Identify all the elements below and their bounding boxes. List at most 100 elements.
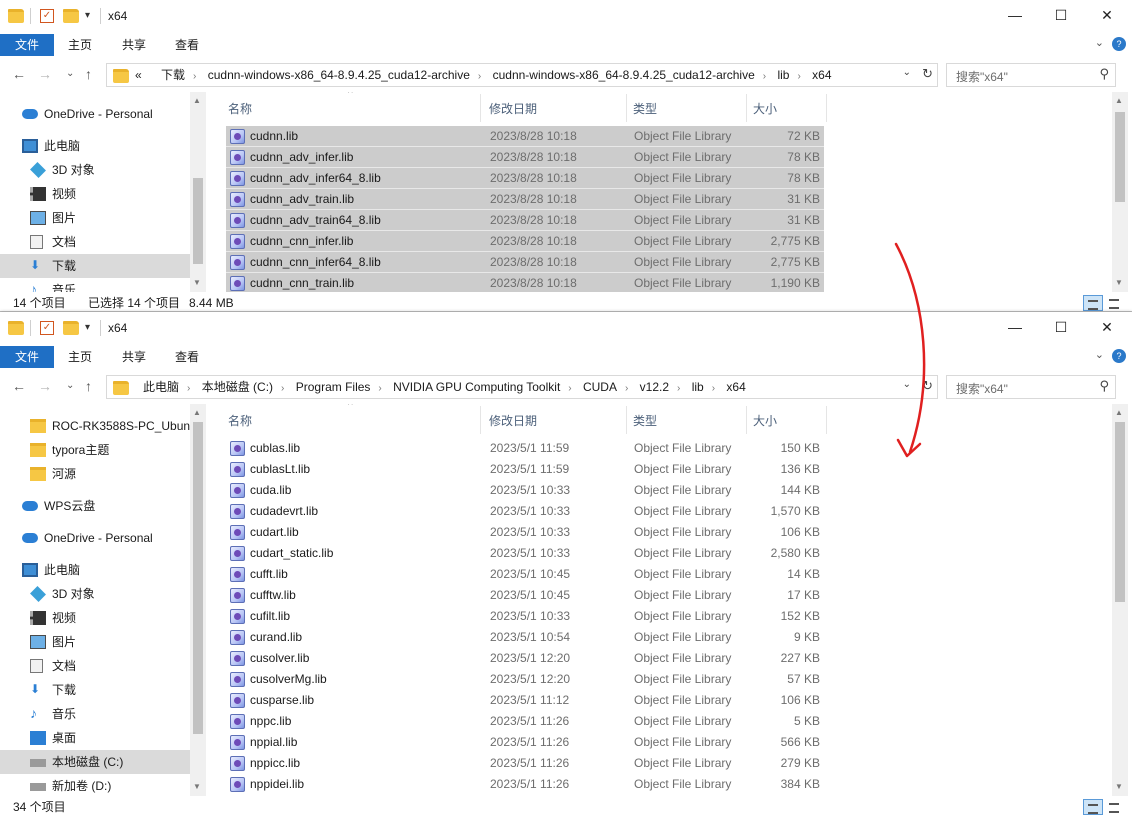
scrollbar-thumb[interactable] [1115, 422, 1125, 602]
breadcrumb-item[interactable]: lib [777, 68, 789, 82]
scroll-down-icon[interactable]: ▼ [193, 278, 201, 287]
sidebar-item[interactable]: ROC-RK3588S-PC_Ubun [0, 414, 190, 438]
file-row[interactable]: cusolver.lib 2023/5/1 12:20 Object File Li… [226, 648, 824, 669]
scroll-up-icon[interactable]: ▲ [193, 408, 201, 417]
scroll-down-icon[interactable]: ▼ [193, 782, 201, 791]
file-row[interactable]: nppial.lib 2023/5/1 11:26 Object File Libr… [226, 732, 824, 753]
file-list-scrollbar[interactable]: ▲ ▼ [1112, 92, 1128, 292]
column-size[interactable]: 大小 [753, 412, 777, 429]
scrollbar-thumb[interactable] [1115, 112, 1125, 202]
breadcrumb-item[interactable]: 下载 [161, 68, 185, 82]
large-icons-view-button[interactable] [1105, 799, 1125, 815]
up-icon[interactable]: ↑ [85, 66, 92, 82]
details-view-button[interactable] [1083, 799, 1103, 815]
scrollbar-thumb[interactable] [193, 422, 203, 734]
file-row[interactable]: cudnn_cnn_train.lib 2023/8/28 10:18 Object… [226, 273, 824, 292]
address-dropdown-icon[interactable]: ⌄ [903, 379, 911, 390]
maximize-button[interactable]: ☐ [1038, 312, 1084, 344]
navigation-pane-scrollbar[interactable]: ▲ ▼ [190, 404, 206, 796]
address-bar[interactable]: 此电脑 › 本地磁盘 (C:) › Program Files › NVIDIA GP… [106, 375, 938, 399]
file-row[interactable]: cudnn.lib 2023/8/28 10:18 Object File Libr… [226, 126, 824, 147]
quick-access-dropdown-icon[interactable]: ▾ [85, 322, 90, 333]
help-icon[interactable]: ? [1112, 349, 1126, 363]
recent-locations-icon[interactable]: ⌄ [66, 380, 74, 391]
column-date[interactable]: 修改日期 [489, 100, 537, 117]
file-row[interactable]: cufilt.lib 2023/5/1 10:33 Object File Libr… [226, 606, 824, 627]
sidebar-item[interactable]: ⬇ 下载 [0, 254, 190, 278]
file-row[interactable]: cudart.lib 2023/5/1 10:33 Object File Libr… [226, 522, 824, 543]
breadcrumb-item[interactable]: CUDA [583, 380, 617, 394]
tab-view[interactable]: 查看 [175, 346, 199, 368]
up-icon[interactable]: ↑ [85, 378, 92, 394]
file-row[interactable]: cusparse.lib 2023/5/1 11:12 Object File Li… [226, 690, 824, 711]
file-row[interactable]: cudnn_adv_infer64_8.lib 2023/8/28 10:18 Ob… [226, 168, 824, 189]
sidebar-item[interactable]: ♪ 音乐 [0, 278, 190, 292]
sidebar-item[interactable]: 新加卷 (D:) [0, 774, 190, 796]
sidebar-item[interactable]: 3D 对象 [0, 158, 190, 182]
new-folder-icon[interactable] [63, 9, 79, 23]
breadcrumb-item[interactable]: cudnn-windows-x86_64-8.9.4.25_cuda12-arc… [208, 68, 470, 82]
tab-share[interactable]: 共享 [122, 34, 146, 56]
breadcrumb-item[interactable]: 本地磁盘 (C:) [202, 380, 273, 394]
file-row[interactable]: cudnn_cnn_infer.lib 2023/8/28 10:18 Object… [226, 231, 824, 252]
file-row[interactable]: cudnn_adv_infer.lib 2023/8/28 10:18 Object… [226, 147, 824, 168]
sidebar-item[interactable]: 图片 [0, 630, 190, 654]
file-row[interactable]: cudnn_adv_train.lib 2023/8/28 10:18 Object… [226, 189, 824, 210]
sidebar-item[interactable]: 图片 [0, 206, 190, 230]
scroll-up-icon[interactable]: ▲ [1115, 408, 1123, 417]
breadcrumb-item[interactable]: NVIDIA GPU Computing Toolkit [393, 380, 560, 394]
properties-icon[interactable]: ✓ [40, 321, 54, 335]
tab-view[interactable]: 查看 [175, 34, 199, 56]
back-icon[interactable]: ← [12, 66, 26, 82]
file-row[interactable]: cublasLt.lib 2023/5/1 11:59 Object File Li… [226, 459, 824, 480]
maximize-button[interactable]: ☐ [1038, 0, 1084, 32]
close-button[interactable]: ✕ [1084, 312, 1130, 344]
column-type[interactable]: 类型 [633, 100, 657, 117]
breadcrumb-item[interactable]: x64 [812, 68, 831, 82]
breadcrumb-item[interactable]: cudnn-windows-x86_64-8.9.4.25_cuda12-arc… [493, 68, 755, 82]
scroll-up-icon[interactable]: ▲ [193, 96, 201, 105]
file-row[interactable]: cusolverMg.lib 2023/5/1 12:20 Object File … [226, 669, 824, 690]
sidebar-item[interactable]: 视频 [0, 606, 190, 630]
large-icons-view-button[interactable] [1105, 295, 1125, 311]
minimize-button[interactable]: — [992, 0, 1038, 32]
recent-locations-icon[interactable]: ⌄ [66, 68, 74, 79]
breadcrumb-item[interactable]: 此电脑 [143, 380, 179, 394]
sidebar-item[interactable]: 此电脑 [0, 134, 190, 158]
file-list-scrollbar[interactable]: ▲ ▼ [1112, 404, 1128, 796]
column-name[interactable]: 名称 [228, 412, 252, 429]
file-row[interactable]: cudadevrt.lib 2023/5/1 10:33 Object File L… [226, 501, 824, 522]
column-name[interactable]: 名称 [228, 100, 252, 117]
help-icon[interactable]: ? [1112, 37, 1126, 51]
forward-icon[interactable]: → [38, 66, 52, 82]
search-input[interactable]: 搜索"x64" ⚲ [946, 375, 1116, 399]
sidebar-item[interactable]: 本地磁盘 (C:) [0, 750, 190, 774]
search-input[interactable]: 搜索"x64" ⚲ [946, 63, 1116, 87]
address-dropdown-icon[interactable]: ⌄ [903, 67, 911, 78]
breadcrumb-item[interactable]: lib [692, 380, 704, 394]
sidebar-item[interactable]: 河源 [0, 462, 190, 486]
sidebar-item[interactable]: 此电脑 [0, 558, 190, 582]
column-type[interactable]: 类型 [633, 412, 657, 429]
file-row[interactable]: cudart_static.lib 2023/5/1 10:33 Object Fi… [226, 543, 824, 564]
sidebar-item[interactable]: 3D 对象 [0, 582, 190, 606]
navigation-pane-scrollbar[interactable]: ▲ ▼ [190, 92, 206, 292]
breadcrumb-item[interactable]: Program Files [296, 380, 371, 394]
file-row[interactable]: cuda.lib 2023/5/1 10:33 Object File Librar… [226, 480, 824, 501]
file-row[interactable]: nppicc.lib 2023/5/1 11:26 Object File Libr… [226, 753, 824, 774]
sidebar-item[interactable]: typora主题 [0, 438, 190, 462]
file-row[interactable]: cudnn_adv_train64_8.lib 2023/8/28 10:18 Ob… [226, 210, 824, 231]
file-row[interactable]: nppidei.lib 2023/5/1 11:26 Object File Lib… [226, 774, 824, 795]
minimize-button[interactable]: — [992, 312, 1038, 344]
breadcrumb-item[interactable]: v12.2 [640, 380, 669, 394]
forward-icon[interactable]: → [38, 378, 52, 394]
file-row[interactable]: cudnn_cnn_infer64_8.lib 2023/8/28 10:18 Ob… [226, 252, 824, 273]
refresh-icon[interactable]: ↻ [922, 66, 933, 82]
scroll-down-icon[interactable]: ▼ [1115, 278, 1123, 287]
scrollbar-thumb[interactable] [193, 178, 203, 264]
sidebar-item[interactable]: 视频 [0, 182, 190, 206]
tab-file[interactable]: 文件 [0, 34, 54, 56]
sidebar-item[interactable]: 文档 [0, 230, 190, 254]
sidebar-item[interactable]: ♪ 音乐 [0, 702, 190, 726]
refresh-icon[interactable]: ↻ [922, 378, 933, 394]
